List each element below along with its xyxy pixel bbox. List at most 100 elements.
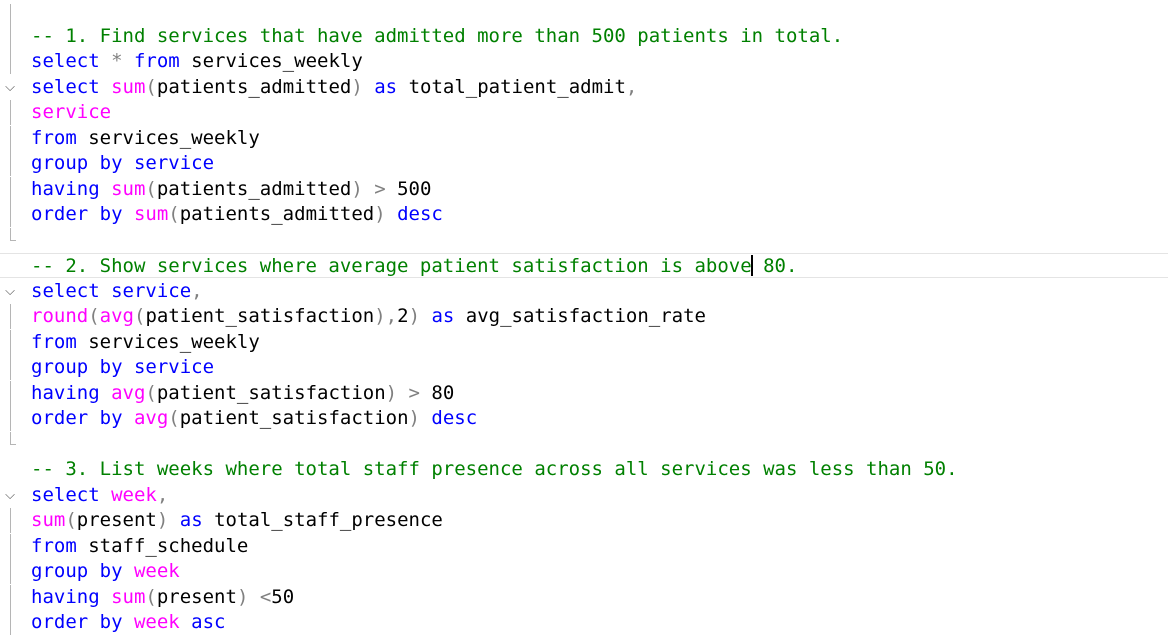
identifier-token: total_patient_admit — [397, 76, 626, 98]
keyword-token: desc — [419, 407, 478, 429]
function-token: week — [99, 484, 157, 506]
comment-text: 80. — [751, 255, 798, 277]
code-text: order by avg(patient_satisfaction) desc — [31, 406, 477, 431]
keyword-token: from — [133, 50, 180, 72]
keyword-token: service — [31, 101, 112, 123]
code-text: order by week asc — [31, 610, 225, 635]
operator-token: ( — [145, 586, 157, 608]
sql-code-editor[interactable]: -- 1. Find services that have admitted m… — [0, 0, 1168, 637]
keyword-token: as — [362, 76, 398, 98]
fold-guide — [10, 177, 11, 202]
keyword-token: select — [31, 76, 100, 98]
keyword-token: having — [31, 178, 100, 200]
keyword-token: select — [31, 50, 100, 72]
operator-token: , — [625, 76, 638, 98]
gutter — [0, 432, 28, 457]
comment-query-1: -- 1. Find services that have admitted m… — [31, 25, 844, 47]
gutter — [0, 381, 28, 406]
code-line-12[interactable]: round(avg(patient_satisfaction),2) as av… — [0, 304, 1168, 329]
code-line-5[interactable]: from services_weekly — [0, 126, 1168, 151]
code-line-2[interactable]: select * from services_weekly — [0, 49, 1168, 74]
fold-guide — [10, 126, 11, 151]
fold-guide — [10, 355, 11, 380]
comment-query-2: -- 2. Show services where average patien… — [31, 254, 797, 279]
identifier-token: patient_satisfaction — [156, 382, 386, 404]
gutter — [0, 126, 28, 151]
code-line-8[interactable]: order by sum(patients_admitted) desc — [0, 202, 1168, 227]
code-text: select sum(patients_admitted) as total_p… — [31, 75, 637, 100]
code-line-13[interactable]: from services_weekly — [0, 330, 1168, 355]
gutter — [0, 100, 28, 125]
fold-chevron-down-icon[interactable]: ⌵ — [2, 75, 18, 100]
gutter — [0, 228, 28, 253]
fold-guide — [10, 381, 11, 406]
identifier-token: present — [156, 586, 237, 608]
code-line-24[interactable]: order by week asc — [0, 610, 1168, 635]
gutter — [0, 559, 28, 584]
function-token: sum — [99, 586, 146, 608]
fold-guide — [10, 49, 11, 74]
code-line-10-current[interactable]: -- 2. Show services where average patien… — [0, 253, 1168, 278]
keyword-token: group by — [31, 152, 123, 174]
operator-token: ( — [168, 203, 180, 225]
code-line-7[interactable]: having sum(patients_admitted) > 500 — [0, 177, 1168, 202]
operator-token: , — [156, 484, 169, 506]
identifier-token: patients_admitted — [156, 76, 352, 98]
function-token: avg — [122, 407, 169, 429]
operator-token: ) — [236, 586, 249, 608]
code-text: sum(present) as total_staff_presence — [31, 508, 443, 533]
code-line-18[interactable]: -- 3. List weeks where total staff prese… — [0, 457, 1168, 482]
operator-token: ( — [145, 382, 157, 404]
fold-guide — [10, 202, 11, 227]
code-line-1[interactable]: -- 1. Find services that have admitted m… — [0, 24, 1168, 49]
fold-guide — [10, 406, 11, 431]
code-line-14[interactable]: group by service — [0, 355, 1168, 380]
operator-token: ( — [65, 509, 77, 531]
code-line-21[interactable]: from staff_schedule — [0, 534, 1168, 559]
number-token: 80 — [431, 382, 455, 404]
gutter — [0, 585, 28, 610]
keyword-token: having — [31, 382, 100, 404]
operator-token: ( — [133, 305, 146, 327]
number-token: 50 — [271, 586, 295, 608]
operator-token: ), — [374, 305, 398, 327]
operator-token: ) — [385, 382, 398, 404]
code-line-9[interactable] — [0, 228, 1168, 253]
gutter — [0, 406, 28, 431]
code-line-19[interactable]: ⌵ select week, — [0, 483, 1168, 508]
code-line-16[interactable]: order by avg(patient_satisfaction) desc — [0, 406, 1168, 431]
keyword-token: group by — [31, 356, 123, 378]
identifier-token: services_weekly — [179, 50, 363, 72]
gutter — [0, 508, 28, 533]
gutter — [0, 202, 28, 227]
code-line-11[interactable]: ⌵ select service, — [0, 279, 1168, 304]
code-line-23[interactable]: having sum(present) <50 — [0, 585, 1168, 610]
code-line-0[interactable] — [0, 0, 1168, 25]
code-line-3[interactable]: ⌵ select sum(patients_admitted) as total… — [0, 75, 1168, 100]
keyword-token: service — [99, 280, 192, 302]
code-line-4[interactable]: service — [0, 100, 1168, 125]
number-token: 2 — [397, 305, 409, 327]
fold-guide-end — [10, 444, 16, 445]
keyword-token: select — [31, 280, 100, 302]
function-token: sum — [31, 509, 66, 531]
gutter — [0, 330, 28, 355]
gutter: ⌵ — [0, 279, 28, 304]
fold-chevron-down-icon[interactable]: ⌵ — [2, 483, 18, 508]
gutter — [0, 177, 28, 202]
code-line-20[interactable]: sum(present) as total_staff_presence — [0, 508, 1168, 533]
function-token: sum — [111, 76, 146, 98]
number-token: 500 — [397, 178, 432, 200]
operator-token: ( — [145, 76, 157, 98]
code-line-22[interactable]: group by week — [0, 559, 1168, 584]
gutter — [0, 24, 28, 49]
code-line-6[interactable]: group by service — [0, 151, 1168, 176]
function-token: week — [122, 611, 180, 633]
code-line-15[interactable]: having avg(patient_satisfaction) > 80 — [0, 381, 1168, 406]
keyword-token: as — [420, 305, 455, 327]
keyword-token: select — [31, 484, 100, 506]
code-text: having sum(present) <50 — [31, 585, 294, 610]
code-line-17[interactable] — [0, 432, 1168, 457]
fold-chevron-down-icon[interactable]: ⌵ — [2, 279, 18, 304]
code-text: select service, — [31, 279, 203, 304]
